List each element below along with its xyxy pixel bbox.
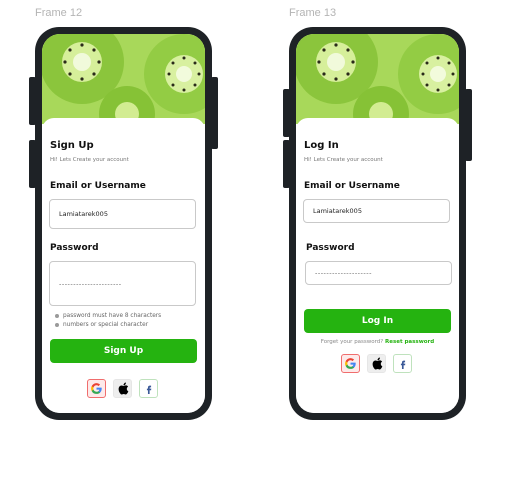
apple-login-button[interactable] — [367, 354, 386, 373]
page-subtitle: Hi! Lets Create your account — [304, 157, 383, 163]
side-button — [283, 89, 290, 137]
email-label: Email or Username — [304, 181, 400, 191]
email-field[interactable]: Lamiatarek005 — [303, 199, 450, 223]
apple-icon — [118, 382, 128, 395]
page-title: Log In — [304, 140, 339, 151]
bullet-icon — [55, 323, 59, 327]
password-hint: password must have 8 characters — [55, 313, 161, 319]
page-subtitle: Hi! Lets Create your account — [50, 157, 129, 163]
email-field-value: Lamiatarek005 — [59, 210, 108, 218]
kiwi-hero-image — [42, 34, 205, 124]
facebook-login-button[interactable] — [139, 379, 158, 398]
page-title: Sign Up — [50, 140, 94, 151]
password-field-value: -------------------- — [315, 269, 372, 277]
signup-button[interactable]: Sign Up — [50, 339, 197, 363]
password-field[interactable]: ---------------------- — [49, 261, 196, 306]
side-button — [29, 77, 36, 125]
apple-icon — [372, 357, 382, 370]
reset-password-link[interactable]: Reset password — [385, 339, 434, 345]
side-button — [211, 77, 218, 149]
signup-card: Sign Up Hi! Lets Create your account Ema… — [42, 118, 205, 413]
facebook-login-button[interactable] — [393, 354, 412, 373]
bullet-icon — [55, 314, 59, 318]
design-canvas: Frame 12 Sign Up Hi! Lets Create your ac… — [0, 0, 519, 483]
password-hint-text: numbers or special character — [63, 322, 149, 328]
side-button — [29, 140, 36, 188]
side-button — [465, 89, 472, 161]
facebook-icon — [400, 360, 405, 369]
frame-label: Frame 12 — [35, 7, 83, 19]
forgot-password-text: Forget your password? — [320, 339, 384, 345]
kiwi-hero-image — [296, 34, 459, 124]
login-button[interactable]: Log In — [304, 309, 451, 333]
side-button — [283, 140, 290, 188]
email-field[interactable]: Lamiatarek005 — [49, 199, 196, 229]
forgot-password-row: Forget your password? Reset password — [296, 339, 459, 345]
password-label: Password — [306, 243, 355, 253]
social-login-row — [87, 379, 158, 398]
phone-screen: Sign Up Hi! Lets Create your account Ema… — [42, 34, 205, 413]
password-hint-text: password must have 8 characters — [63, 313, 162, 319]
login-card: Log In Hi! Lets Create your account Emai… — [296, 118, 459, 413]
phone-frame-signup: Sign Up Hi! Lets Create your account Ema… — [29, 27, 218, 420]
email-field-value: Lamiatarek005 — [313, 207, 362, 215]
social-login-row — [341, 354, 412, 373]
password-field-value: ---------------------- — [59, 279, 122, 288]
google-login-button[interactable] — [341, 354, 360, 373]
password-hint: numbers or special character — [55, 322, 148, 328]
apple-login-button[interactable] — [113, 379, 132, 398]
email-label: Email or Username — [50, 181, 146, 191]
frame-label: Frame 13 — [289, 7, 337, 19]
google-icon — [345, 358, 356, 369]
google-login-button[interactable] — [87, 379, 106, 398]
facebook-icon — [146, 385, 151, 394]
phone-frame-login: Log In Hi! Lets Create your account Emai… — [283, 27, 472, 420]
password-field[interactable]: -------------------- — [305, 261, 452, 285]
password-label: Password — [50, 243, 99, 253]
google-icon — [91, 383, 102, 394]
phone-screen: Log In Hi! Lets Create your account Emai… — [296, 34, 459, 413]
